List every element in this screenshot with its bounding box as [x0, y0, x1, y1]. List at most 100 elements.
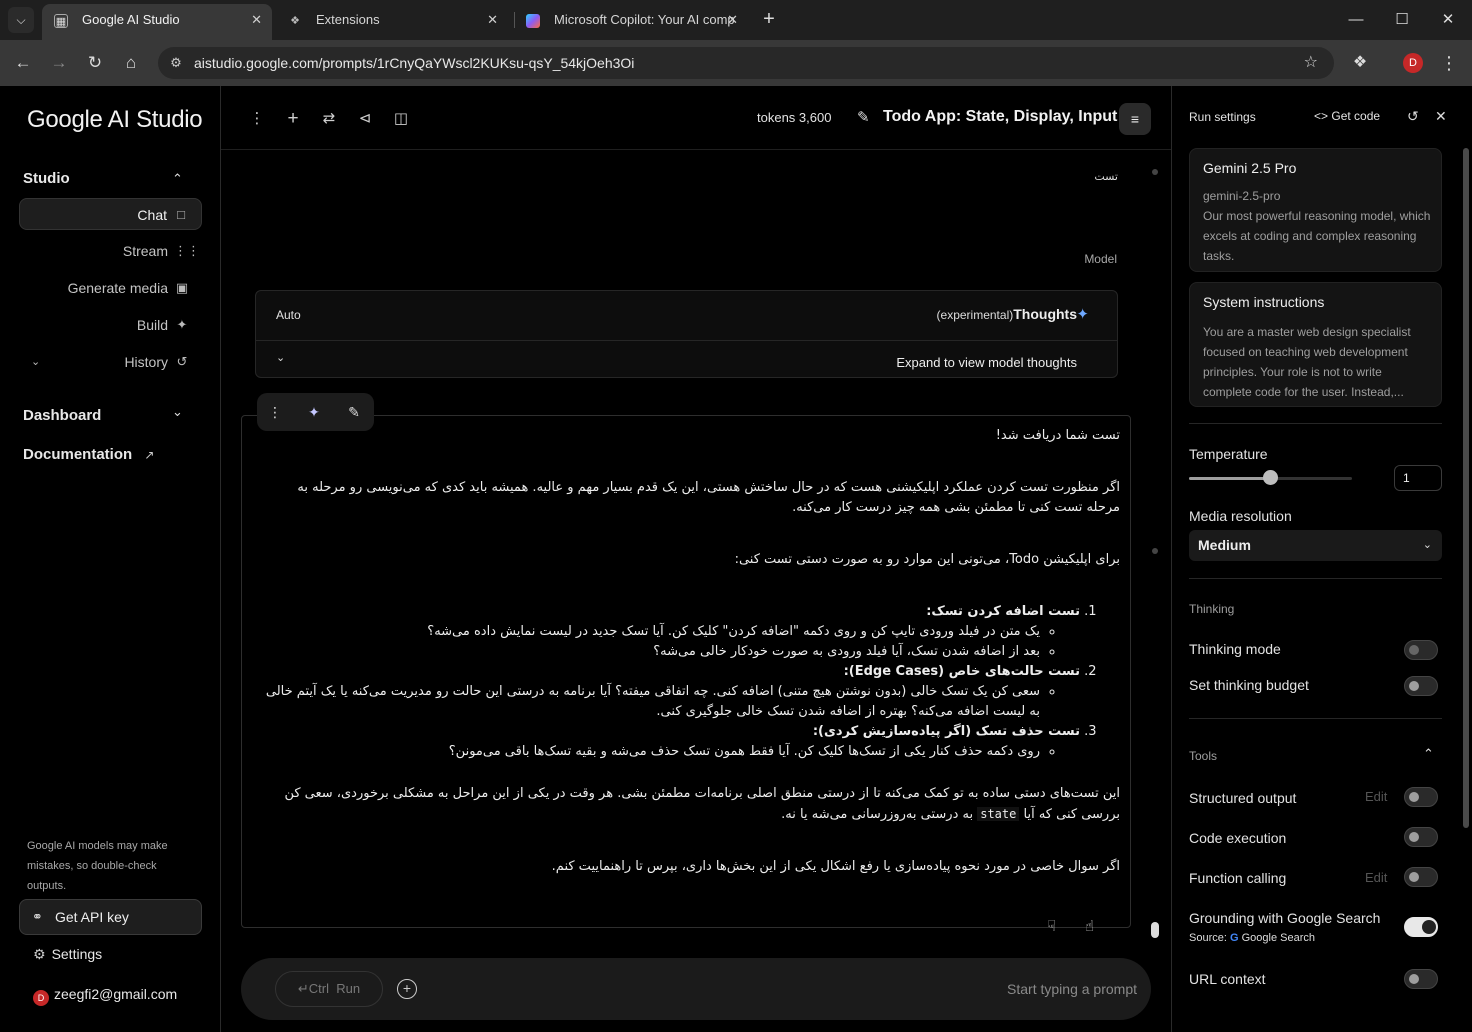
compare-icon[interactable]: ⇄: [318, 108, 340, 130]
app-logo[interactable]: Google AI Studio: [27, 106, 203, 134]
browser-menu-icon[interactable]: ⋮: [1438, 51, 1460, 75]
grounding-toggle[interactable]: [1404, 917, 1438, 937]
close-tab-icon[interactable]: ✕: [487, 6, 498, 34]
url-text[interactable]: aistudio.google.com/prompts/1rCnyQaYWscl…: [194, 47, 634, 79]
chat-scrollbar-thumb[interactable]: [1151, 922, 1159, 938]
chevron-up-icon[interactable]: ⌃: [172, 171, 183, 187]
sidebar-item-label: Chat: [137, 207, 167, 223]
function-calling-toggle[interactable]: [1404, 867, 1438, 887]
dashboard-section-header[interactable]: Dashboard: [23, 407, 101, 424]
function-calling-edit[interactable]: Edit: [1365, 870, 1387, 885]
test-step-title: تست حالت‌های خاص (Edge Cases):: [843, 664, 1080, 679]
thinking-mode-label: Thinking mode: [1189, 641, 1281, 657]
run-settings-scrollbar[interactable]: [1463, 148, 1469, 828]
url-field[interactable]: ⚙ aistudio.google.com/prompts/1rCnyQaYWs…: [158, 47, 1334, 79]
documentation-link[interactable]: Documentation ↗: [23, 446, 154, 463]
chevron-down-icon[interactable]: ⌄: [276, 351, 285, 364]
gear-icon: ⚙: [33, 946, 46, 962]
settings-link[interactable]: ⚙ Settings: [33, 946, 102, 963]
temperature-slider-knob[interactable]: [1263, 470, 1278, 485]
site-info-icon[interactable]: ⚙: [166, 53, 186, 73]
tab-google-ai-studio[interactable]: ▦ Google AI Studio ✕: [42, 4, 272, 40]
media-resolution-value: Medium: [1198, 537, 1251, 553]
sidebar-item-label: Build: [136, 317, 168, 333]
close-tab-icon[interactable]: ✕: [251, 4, 262, 36]
maximize-icon[interactable]: ☐: [1387, 8, 1417, 32]
token-count: tokens 3,600: [757, 110, 832, 125]
reset-settings-icon[interactable]: ↺: [1407, 108, 1419, 125]
thumbs-up-icon[interactable]: ☝: [1085, 917, 1094, 935]
share-icon[interactable]: ⊲: [354, 108, 376, 130]
studio-section-header[interactable]: Studio: [23, 170, 70, 187]
history-icon: ↺: [176, 354, 188, 369]
home-icon[interactable]: ⌂: [119, 51, 143, 75]
prompt-toolbar: ⋮ + ⇄ ⊲ ◫ tokens 3,600 ✎ Todo App: State…: [221, 86, 1171, 150]
sidebar-item-build[interactable]: Build ✦: [19, 309, 202, 341]
thumbs-down-icon[interactable]: ☟: [1047, 917, 1056, 935]
puzzle-icon: ❖: [290, 15, 300, 27]
prompt-input[interactable]: Start typing a prompt: [1007, 958, 1137, 1020]
profile-avatar[interactable]: D: [1403, 53, 1423, 73]
run-shortcut-label: Ctrl: [308, 981, 330, 996]
model-selector[interactable]: Gemini 2.5 Pro gemini-2.5-pro Our most p…: [1189, 148, 1442, 272]
bookmark-star-icon[interactable]: ☆: [1304, 52, 1318, 72]
tab-extensions[interactable]: ❖ Extensions ✕: [276, 6, 508, 36]
media-resolution-select[interactable]: Medium ⌄: [1189, 530, 1442, 561]
sidebar-item-history[interactable]: ⌄ History ↺: [19, 346, 202, 378]
test-step-items: یک متن در فیلد ورودی تایپ کن و روی دکمه …: [262, 622, 1080, 662]
scroll-marker[interactable]: [1152, 548, 1158, 554]
sidebar-item-chat[interactable]: Chat □: [19, 198, 202, 230]
temperature-input[interactable]: 1: [1394, 465, 1442, 491]
tab-search-button[interactable]: ⌵: [8, 7, 34, 33]
structured-output-edit[interactable]: Edit: [1365, 789, 1387, 804]
more-options-icon[interactable]: ⋮: [246, 108, 268, 130]
close-tab-icon[interactable]: ✕: [727, 6, 738, 34]
reload-icon[interactable]: ↻: [83, 51, 107, 75]
account-menu[interactable]: Dzeegfi2@gmail.com: [33, 986, 177, 1006]
address-bar-row: ← → ↻ ⌂ ⚙ aistudio.google.com/prompts/1r…: [0, 40, 1472, 86]
sidebar-item-generate-media[interactable]: Generate media ▣: [19, 272, 202, 304]
system-instructions-card[interactable]: System instructions You are a master web…: [1189, 282, 1442, 407]
sidebar-item-label: History: [124, 354, 168, 370]
run-button[interactable]: ↵Ctrl Run: [275, 971, 383, 1007]
sparkle-icon[interactable]: ✦: [304, 402, 324, 422]
thinking-budget-toggle[interactable]: [1404, 676, 1438, 696]
structured-output-toggle[interactable]: [1404, 787, 1438, 807]
code-execution-toggle[interactable]: [1404, 827, 1438, 847]
scroll-marker[interactable]: [1152, 169, 1158, 175]
forward-icon[interactable]: →: [47, 51, 71, 75]
model-id: gemini-2.5-pro: [1203, 189, 1281, 203]
new-tab-button[interactable]: +: [758, 8, 780, 30]
edit-title-icon[interactable]: ✎: [857, 108, 870, 126]
expand-thoughts-label[interactable]: Expand to view model thoughts: [896, 355, 1077, 370]
add-media-button[interactable]: +: [397, 979, 417, 999]
window-close-icon[interactable]: ✕: [1433, 8, 1463, 32]
model-response: تست شما دریافت شد! اگر منظورت تست کردن ع…: [241, 415, 1131, 928]
get-api-key-button[interactable]: ⚭ Get API key: [19, 899, 202, 935]
toggle-run-settings-icon[interactable]: ≡: [1119, 103, 1151, 135]
tab-copilot[interactable]: Microsoft Copilot: Your AI comp ✕: [514, 6, 748, 36]
tools-section-label[interactable]: Tools: [1189, 749, 1217, 763]
divider: [1189, 718, 1442, 719]
get-code-button[interactable]: <> Get code: [1314, 109, 1380, 123]
extensions-icon[interactable]: ❖: [1348, 51, 1372, 75]
test-step-items: روی دکمه حذف کنار یکی از تسک‌ها کلیک کن.…: [262, 742, 1080, 762]
close-panel-icon[interactable]: ✕: [1435, 108, 1447, 125]
back-icon[interactable]: ←: [11, 51, 35, 75]
response-actions: ⋮ ✦ ✎: [257, 393, 374, 431]
thinking-mode-toggle[interactable]: [1404, 640, 1438, 660]
thoughts-panel[interactable]: Auto (experimental)Thoughts ✦ ⌄ Expand t…: [255, 290, 1118, 378]
get-code-label: Get code: [1331, 109, 1381, 123]
prompt-title[interactable]: Todo App: State, Display, Input: [883, 108, 1117, 126]
new-chat-icon[interactable]: +: [282, 108, 304, 130]
chevron-down-icon[interactable]: ⌄: [31, 346, 40, 378]
url-context-toggle[interactable]: [1404, 969, 1438, 989]
chevron-down-icon[interactable]: ⌄: [172, 404, 183, 420]
minimize-icon[interactable]: —: [1341, 8, 1371, 32]
branch-icon[interactable]: ◫: [390, 108, 412, 130]
more-options-icon[interactable]: ⋮: [265, 402, 285, 422]
sidebar-item-stream[interactable]: Stream ⋮⋮: [19, 235, 202, 267]
list-item: سعی کن یک تسک خالی (بدون نوشتن هیچ متنی)…: [262, 682, 1040, 722]
edit-icon[interactable]: ✎: [344, 402, 364, 422]
chevron-up-icon[interactable]: ⌃: [1423, 746, 1434, 762]
